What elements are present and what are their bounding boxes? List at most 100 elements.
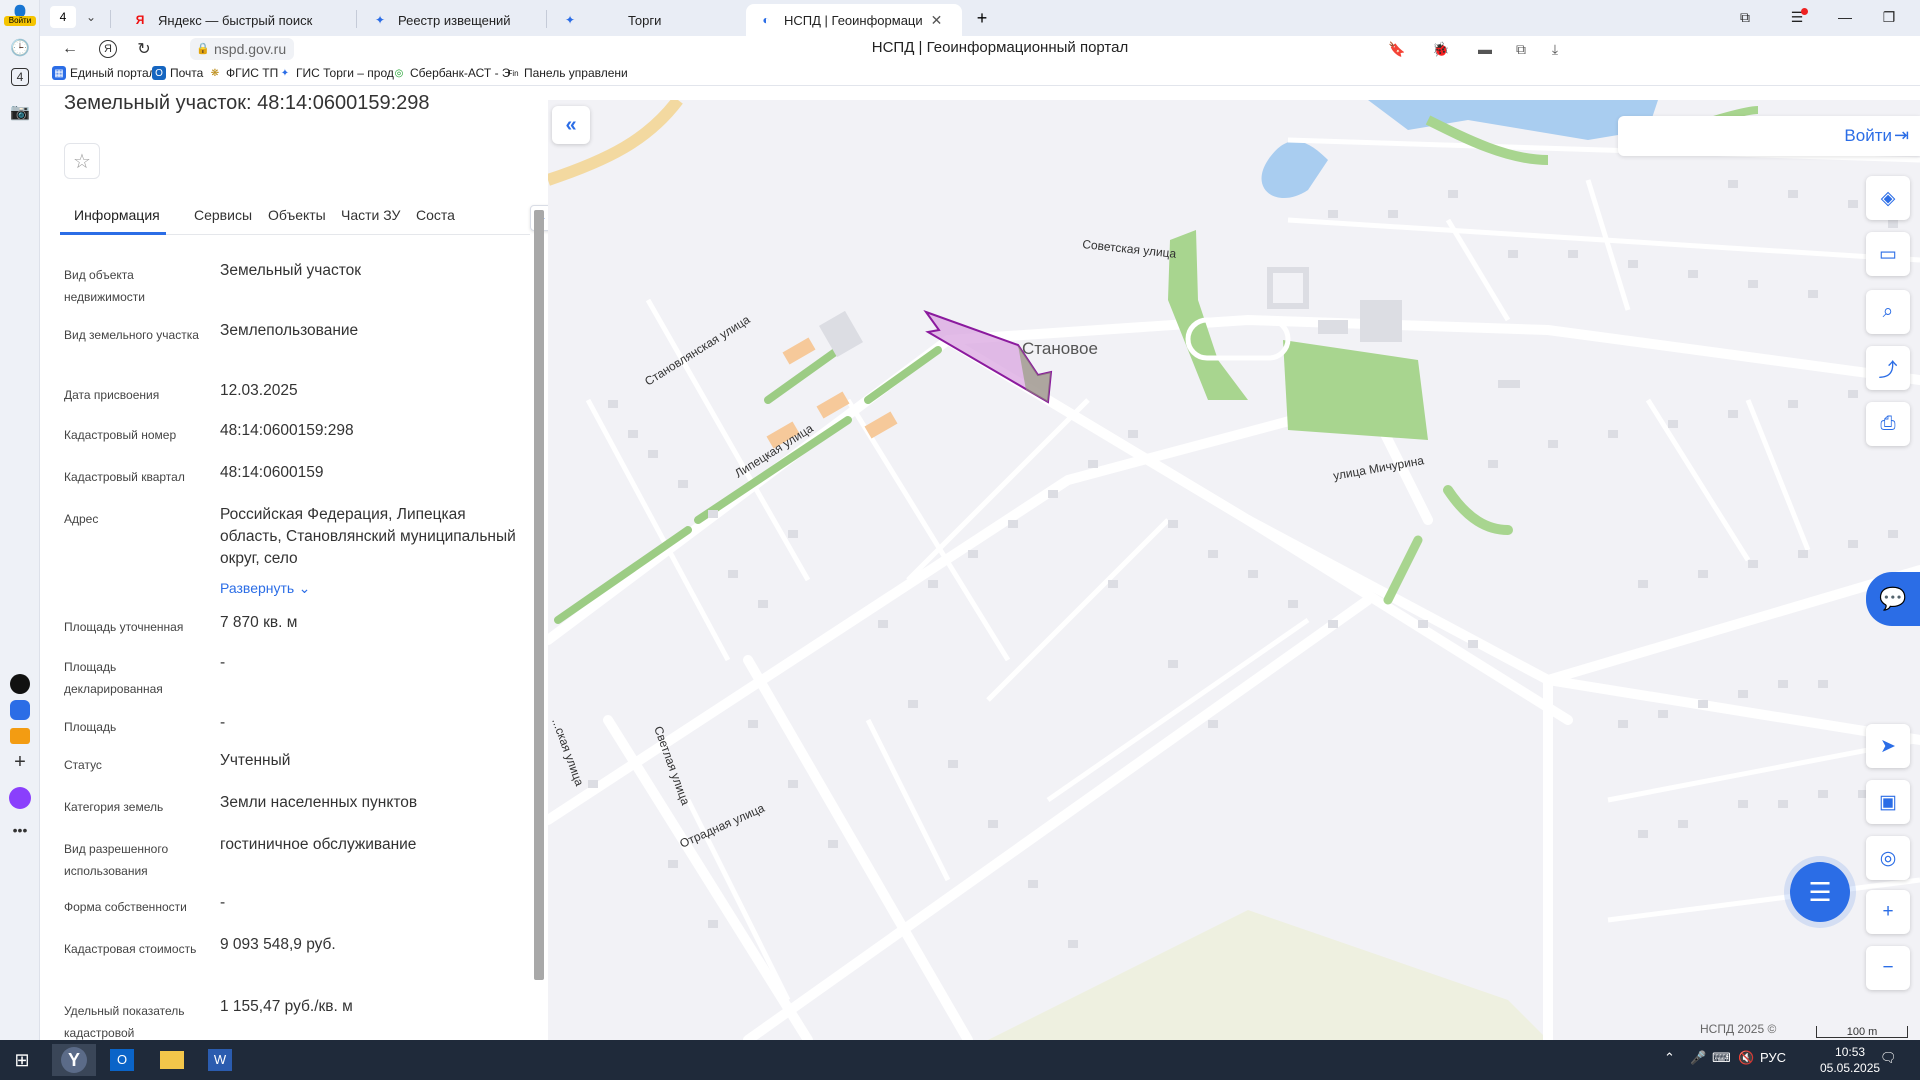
tab-count[interactable]: 4: [50, 6, 76, 28]
notifications-icon[interactable]: ☰: [1782, 6, 1812, 28]
tab-strip: 4 ⌄ Я Яндекс — быстрый поиск ✦ Реестр из…: [40, 0, 1920, 36]
login-badge[interactable]: Войти: [4, 16, 36, 26]
tab-torgi[interactable]: ✦ Торги: [550, 4, 730, 36]
map-attribution: НСПД 2025 ©: [1700, 1022, 1777, 1036]
tabs-badge-icon[interactable]: 4: [11, 68, 29, 86]
microphone-icon[interactable]: 🎤: [1690, 1050, 1706, 1066]
protect-icon[interactable]: ▬: [1474, 38, 1496, 60]
close-tab-icon[interactable]: ✕: [931, 12, 943, 29]
file-explorer-icon[interactable]: [150, 1044, 194, 1076]
add-icon[interactable]: +: [8, 750, 32, 774]
assistant-button[interactable]: 💬: [1866, 572, 1920, 626]
tab-information[interactable]: Информация: [74, 207, 160, 223]
url-field[interactable]: 🔒 nspd.gov.ru: [190, 38, 295, 60]
tab-objects[interactable]: Объекты: [268, 207, 326, 223]
bookmark-item[interactable]: ◎ Сбербанк-АСТ - Э: [392, 66, 511, 80]
mail-app-icon[interactable]: [8, 724, 32, 748]
locate-button[interactable]: ◎: [1866, 836, 1910, 880]
field-value: 9 093 548,9 руб.: [220, 936, 336, 953]
tab-services[interactable]: Сервисы: [194, 207, 252, 223]
field-label: Площадь уточненная: [64, 620, 184, 634]
outlook-icon[interactable]: O: [100, 1044, 144, 1076]
info-tabs: Информация Сервисы Объекты Части ЗУ Сост…: [60, 201, 552, 235]
collections-icon[interactable]: ⧉: [1730, 6, 1760, 28]
zoom-out-button[interactable]: −: [1866, 946, 1910, 990]
minimap-button[interactable]: ▣: [1866, 780, 1910, 824]
tab-yandex[interactable]: Я Яндекс — быстрый поиск: [120, 4, 350, 36]
restore-button[interactable]: ❐: [1874, 6, 1904, 28]
zoom-in-button[interactable]: +: [1866, 890, 1910, 934]
login-button[interactable]: Войти: [1844, 126, 1892, 146]
emblem-icon: ❋: [210, 67, 220, 79]
tab-separator: [110, 10, 111, 28]
extension-icon[interactable]: 🐞: [1430, 38, 1452, 60]
bookmark-item[interactable]: O Почта: [152, 66, 203, 80]
map-login-box: Войти ⇥: [1618, 116, 1920, 156]
field-value: -: [220, 654, 226, 671]
app-icon-2[interactable]: [8, 698, 32, 722]
new-tab-button[interactable]: +: [970, 6, 994, 30]
alice-icon[interactable]: [8, 786, 32, 810]
tab-nspd[interactable]: ◐ НСПД | Геоинформаци ✕: [746, 4, 962, 36]
tab-title: Реестр извещений: [398, 12, 511, 28]
map-canvas[interactable]: Советская улица Становлянская улица Липе…: [548, 100, 1920, 1040]
minimize-button[interactable]: —: [1830, 6, 1860, 28]
navigation-arrow-icon: ➤: [1880, 735, 1896, 757]
screenshot-icon[interactable]: 📷: [8, 100, 32, 124]
tray-chevron-icon[interactable]: ⌃: [1664, 1050, 1675, 1066]
collections-icon[interactable]: ⧉: [1510, 38, 1532, 60]
field-value: -: [220, 714, 226, 731]
history-icon[interactable]: 🕒: [8, 36, 32, 60]
ruler-button[interactable]: ▭: [1866, 232, 1910, 276]
browser-sidebar: 👤 Войти 🕒 4 📷 + •••: [0, 0, 40, 1040]
geolocation-button[interactable]: ➤: [1866, 724, 1910, 768]
field-label: Площадь декларированная: [64, 660, 163, 696]
favorite-star-icon[interactable]: ☆: [64, 143, 100, 179]
field-value: 12.03.2025: [220, 382, 298, 399]
clock[interactable]: 10:53 05.05.2025: [1820, 1044, 1880, 1076]
chat-button[interactable]: ☰: [1790, 862, 1850, 922]
object-info-panel: Земельный участок: 48:14:0600159:298 ☆ И…: [40, 86, 560, 1040]
tab-composition[interactable]: Соста: [416, 207, 455, 223]
yandex-browser-icon[interactable]: Y: [52, 1044, 96, 1076]
share-button[interactable]: ⤴: [1866, 346, 1910, 390]
bookmark-item[interactable]: ❋ ФГИС ТП: [208, 66, 278, 80]
nspd-icon: ◐: [762, 13, 770, 27]
map-view[interactable]: Советская улица Становлянская улица Липе…: [548, 100, 1920, 1040]
word-icon[interactable]: W: [198, 1044, 242, 1076]
bookmark-item[interactable]: ✦ ГИС Торги – прод: [278, 66, 394, 80]
bookmark-item[interactable]: ▦ Единый портал: [52, 66, 156, 80]
language-indicator[interactable]: РУС: [1760, 1050, 1786, 1065]
tab-parts[interactable]: Части ЗУ: [341, 207, 400, 223]
volume-icon[interactable]: 🔇: [1738, 1050, 1754, 1066]
plus-icon: +: [1882, 901, 1894, 922]
yandex-home-button[interactable]: Я: [96, 38, 120, 60]
download-icon[interactable]: ⤓: [1544, 38, 1566, 60]
layers-icon: ◈: [1880, 187, 1896, 209]
emblem-icon: ✦: [564, 13, 576, 27]
taskbar: ⊞ Y O W ⌃ 🎤 ⌨ 🔇 РУС 10:53 05.05.2025 🗨: [0, 1040, 1920, 1080]
network-icon[interactable]: ⌨: [1712, 1050, 1731, 1066]
bookmark-item[interactable]: Fin Панель управлени: [506, 66, 627, 80]
locate-icon: ◎: [1879, 847, 1897, 869]
bookmark-icon[interactable]: 🔖: [1386, 38, 1408, 60]
reload-button[interactable]: ↻: [132, 38, 156, 60]
panel-scrollbar-thumb[interactable]: [534, 210, 544, 980]
expand-link[interactable]: Развернуть ⌄: [220, 580, 310, 598]
tab-title: НСПД | Геоинформаци: [784, 12, 923, 28]
field-label: Удельный показатель кадастровой: [64, 1004, 185, 1040]
back-button[interactable]: ←: [58, 38, 82, 60]
layers-button[interactable]: ◈: [1866, 176, 1910, 220]
login-arrow-icon: ⇥: [1894, 125, 1910, 145]
notification-center-icon[interactable]: 🗨: [1880, 1050, 1897, 1066]
windows-start-icon[interactable]: ⊞: [0, 1044, 44, 1076]
app-icon-1[interactable]: [8, 672, 32, 696]
tab-registry[interactable]: ✦ Реестр извещений: [360, 4, 540, 36]
tab-list-chevron-icon[interactable]: ⌄: [80, 6, 102, 28]
tab-separator: [356, 10, 357, 28]
more-icon[interactable]: •••: [8, 818, 32, 842]
bookmark-label: Почта: [170, 66, 204, 80]
collapse-panel-button[interactable]: «: [552, 106, 590, 144]
print-button[interactable]: ⎙: [1866, 402, 1910, 446]
area-search-button[interactable]: ⌕: [1866, 290, 1910, 334]
